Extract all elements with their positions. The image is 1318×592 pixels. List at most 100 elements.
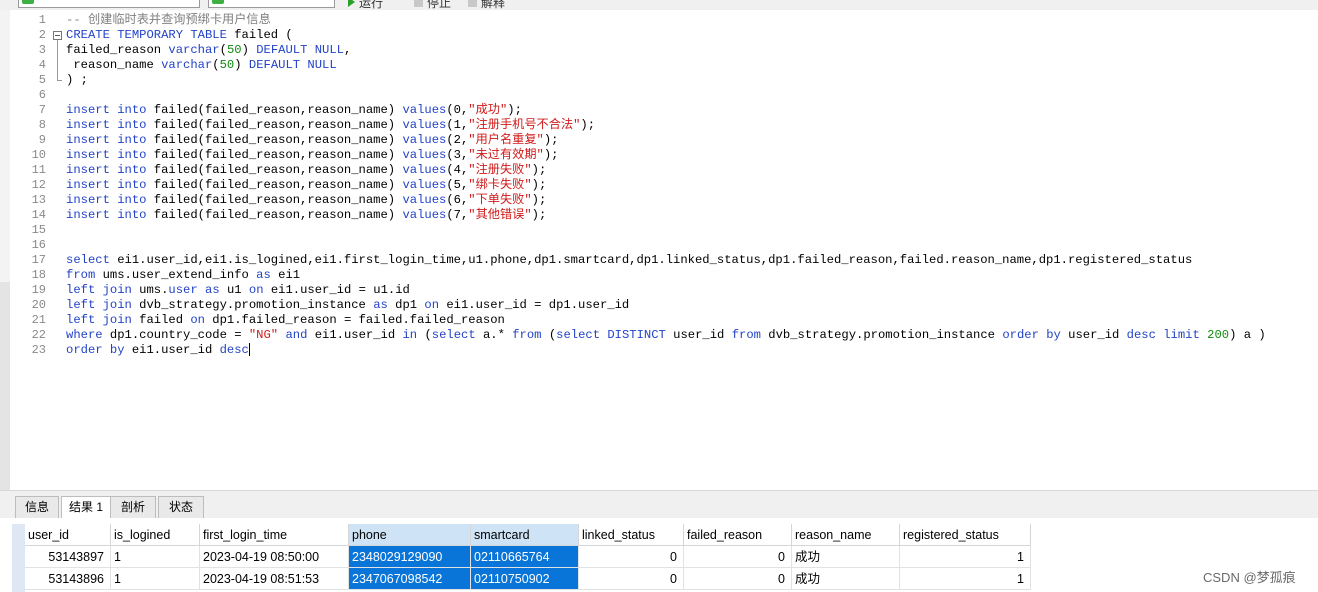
code-line[interactable]: reason_name varchar(50) DEFAULT NULL (66, 58, 337, 73)
column-header[interactable]: failed_reason (684, 524, 792, 546)
code-line[interactable]: order by ei1.user_id desc (66, 343, 250, 358)
code-token: failed(failed_reason,reason_name) (146, 133, 403, 147)
line-number: 9 (38, 133, 46, 147)
line-number: 16 (31, 238, 46, 252)
line-number: 22 (31, 328, 46, 342)
code-line[interactable]: insert into failed(failed_reason,reason_… (66, 208, 546, 223)
code-token: ( (219, 43, 227, 57)
code-token: values (402, 208, 447, 222)
stop-button[interactable]: 停止 (414, 0, 451, 10)
fold-toggle-icon[interactable] (53, 31, 62, 40)
code-token: -- 创建临时表并查询预绑卡用户信息 (66, 13, 271, 27)
grid-cell[interactable]: 0 (684, 546, 792, 568)
column-header[interactable]: is_logined (111, 524, 200, 546)
database-icon (212, 0, 224, 4)
code-token: "NG" (248, 328, 279, 342)
code-token: dp1 (387, 298, 425, 312)
column-header[interactable]: reason_name (792, 524, 900, 546)
column-header[interactable]: user_id (25, 524, 111, 546)
grid-cell[interactable]: 0 (684, 568, 792, 590)
line-number: 18 (31, 268, 46, 282)
connection-selector[interactable] (18, 0, 200, 8)
column-header[interactable]: registered_status (900, 524, 1031, 546)
grid-cell[interactable]: 02110665764 (471, 546, 579, 568)
code-line[interactable]: where dp1.country_code = "NG" and ei1.us… (66, 328, 1266, 343)
code-token: (2, (446, 133, 469, 147)
code-line[interactable]: CREATE TEMPORARY TABLE failed ( (66, 28, 293, 43)
database-selector[interactable] (208, 0, 335, 8)
code-line[interactable]: insert into failed(failed_reason,reason_… (66, 103, 522, 118)
grid-cell[interactable]: 2347067098542 (349, 568, 471, 590)
code-line[interactable]: failed_reason varchar(50) DEFAULT NULL, (66, 43, 351, 58)
grid-cell[interactable]: 2023-04-19 08:50:00 (200, 546, 349, 568)
result-tab[interactable]: 信息 (15, 496, 59, 518)
code-token: ); (531, 163, 547, 177)
grid-cell[interactable]: 2348029129090 (349, 546, 471, 568)
result-tab[interactable]: 状态 (158, 496, 204, 518)
code-line[interactable]: left join failed on dp1.failed_reason = … (66, 313, 505, 328)
line-number: 12 (31, 178, 46, 192)
column-header[interactable]: phone (349, 524, 471, 546)
code-token: DEFAULT NULL (248, 58, 337, 72)
code-token: ) a ) (1229, 328, 1266, 342)
grid-cell[interactable]: 0 (579, 568, 684, 590)
result-tab[interactable]: 剖析 (110, 496, 156, 518)
grid-cell[interactable]: 2023-04-19 08:51:53 (200, 568, 349, 590)
code-token: 50 (219, 58, 235, 72)
code-line[interactable]: left join ums.user as u1 on ei1.user_id … (66, 283, 410, 298)
code-token: ei1.user_id = u1.id (263, 283, 410, 297)
code-token: a.* (475, 328, 513, 342)
code-line[interactable]: select ei1.user_id,ei1.is_logined,ei1.fi… (66, 253, 1192, 268)
code-token: desc (219, 343, 249, 357)
grid-cell[interactable]: 0 (579, 546, 684, 568)
code-token: varchar (168, 43, 220, 57)
code-line[interactable]: from ums.user_extend_info as ei1 (66, 268, 300, 283)
code-token: DEFAULT NULL (256, 43, 344, 57)
code-token: ( (417, 328, 432, 342)
grid-cell[interactable]: 53143897 (25, 546, 111, 568)
explain-button[interactable]: 解释 (468, 0, 505, 10)
explain-label: 解释 (481, 0, 506, 10)
result-grid[interactable]: user_id is_logined first_login_time phone sm… (0, 518, 1318, 592)
column-header[interactable]: smartcard (471, 524, 579, 546)
code-token: failed(failed_reason,reason_name) (146, 208, 403, 222)
code-token: failed(failed_reason,reason_name) (146, 118, 403, 132)
code-token: failed(failed_reason,reason_name) (146, 178, 403, 192)
grid-cell[interactable]: 02110750902 (471, 568, 579, 590)
database-icon (22, 0, 34, 4)
code-line[interactable]: insert into failed(failed_reason,reason_… (66, 193, 546, 208)
row-header[interactable] (12, 524, 25, 592)
grid-cell[interactable]: 1 (900, 546, 1031, 568)
code-token: left join (66, 283, 132, 297)
code-token: CREATE TEMPORARY TABLE (66, 28, 227, 42)
code-line[interactable]: insert into failed(failed_reason,reason_… (66, 148, 559, 163)
code-line[interactable]: ) ; (66, 73, 88, 88)
result-tab[interactable]: 结果 1 (61, 496, 111, 519)
code-token: failed(failed_reason,reason_name) (146, 103, 403, 117)
grid-cell[interactable]: 53143896 (25, 568, 111, 590)
code-token: values (402, 133, 447, 147)
code-token: "成功" (468, 103, 508, 117)
fold-end (57, 80, 62, 81)
code-token: ); (543, 133, 559, 147)
grid-cell[interactable]: 成功 (792, 568, 900, 590)
sql-editor[interactable]: 1 -- 创建临时表并查询预绑卡用户信息 2 CREATE TEMPORARY TAB… (0, 10, 1318, 490)
code-line[interactable]: insert into failed(failed_reason,reason_… (66, 163, 546, 178)
code-line[interactable]: left join dvb_strategy.promotion_instanc… (66, 298, 629, 313)
code-line[interactable]: insert into failed(failed_reason,reason_… (66, 133, 559, 148)
code-token: insert into (66, 118, 147, 132)
code-token: from (66, 268, 96, 282)
run-button[interactable]: 运行 (348, 0, 383, 10)
code-line[interactable]: insert into failed(failed_reason,reason_… (66, 178, 546, 193)
code-token: from (731, 328, 761, 342)
code-token: ) (241, 43, 257, 57)
grid-cell[interactable]: 1 (900, 568, 1031, 590)
grid-cell[interactable]: 1 (111, 546, 200, 568)
column-header[interactable]: first_login_time (200, 524, 349, 546)
grid-cell[interactable]: 成功 (792, 546, 900, 568)
grid-cell[interactable]: 1 (111, 568, 200, 590)
code-line[interactable]: -- 创建临时表并查询预绑卡用户信息 (66, 13, 271, 28)
code-token: ( (212, 58, 220, 72)
code-line[interactable]: insert into failed(failed_reason,reason_… (66, 118, 595, 133)
column-header[interactable]: linked_status (579, 524, 684, 546)
